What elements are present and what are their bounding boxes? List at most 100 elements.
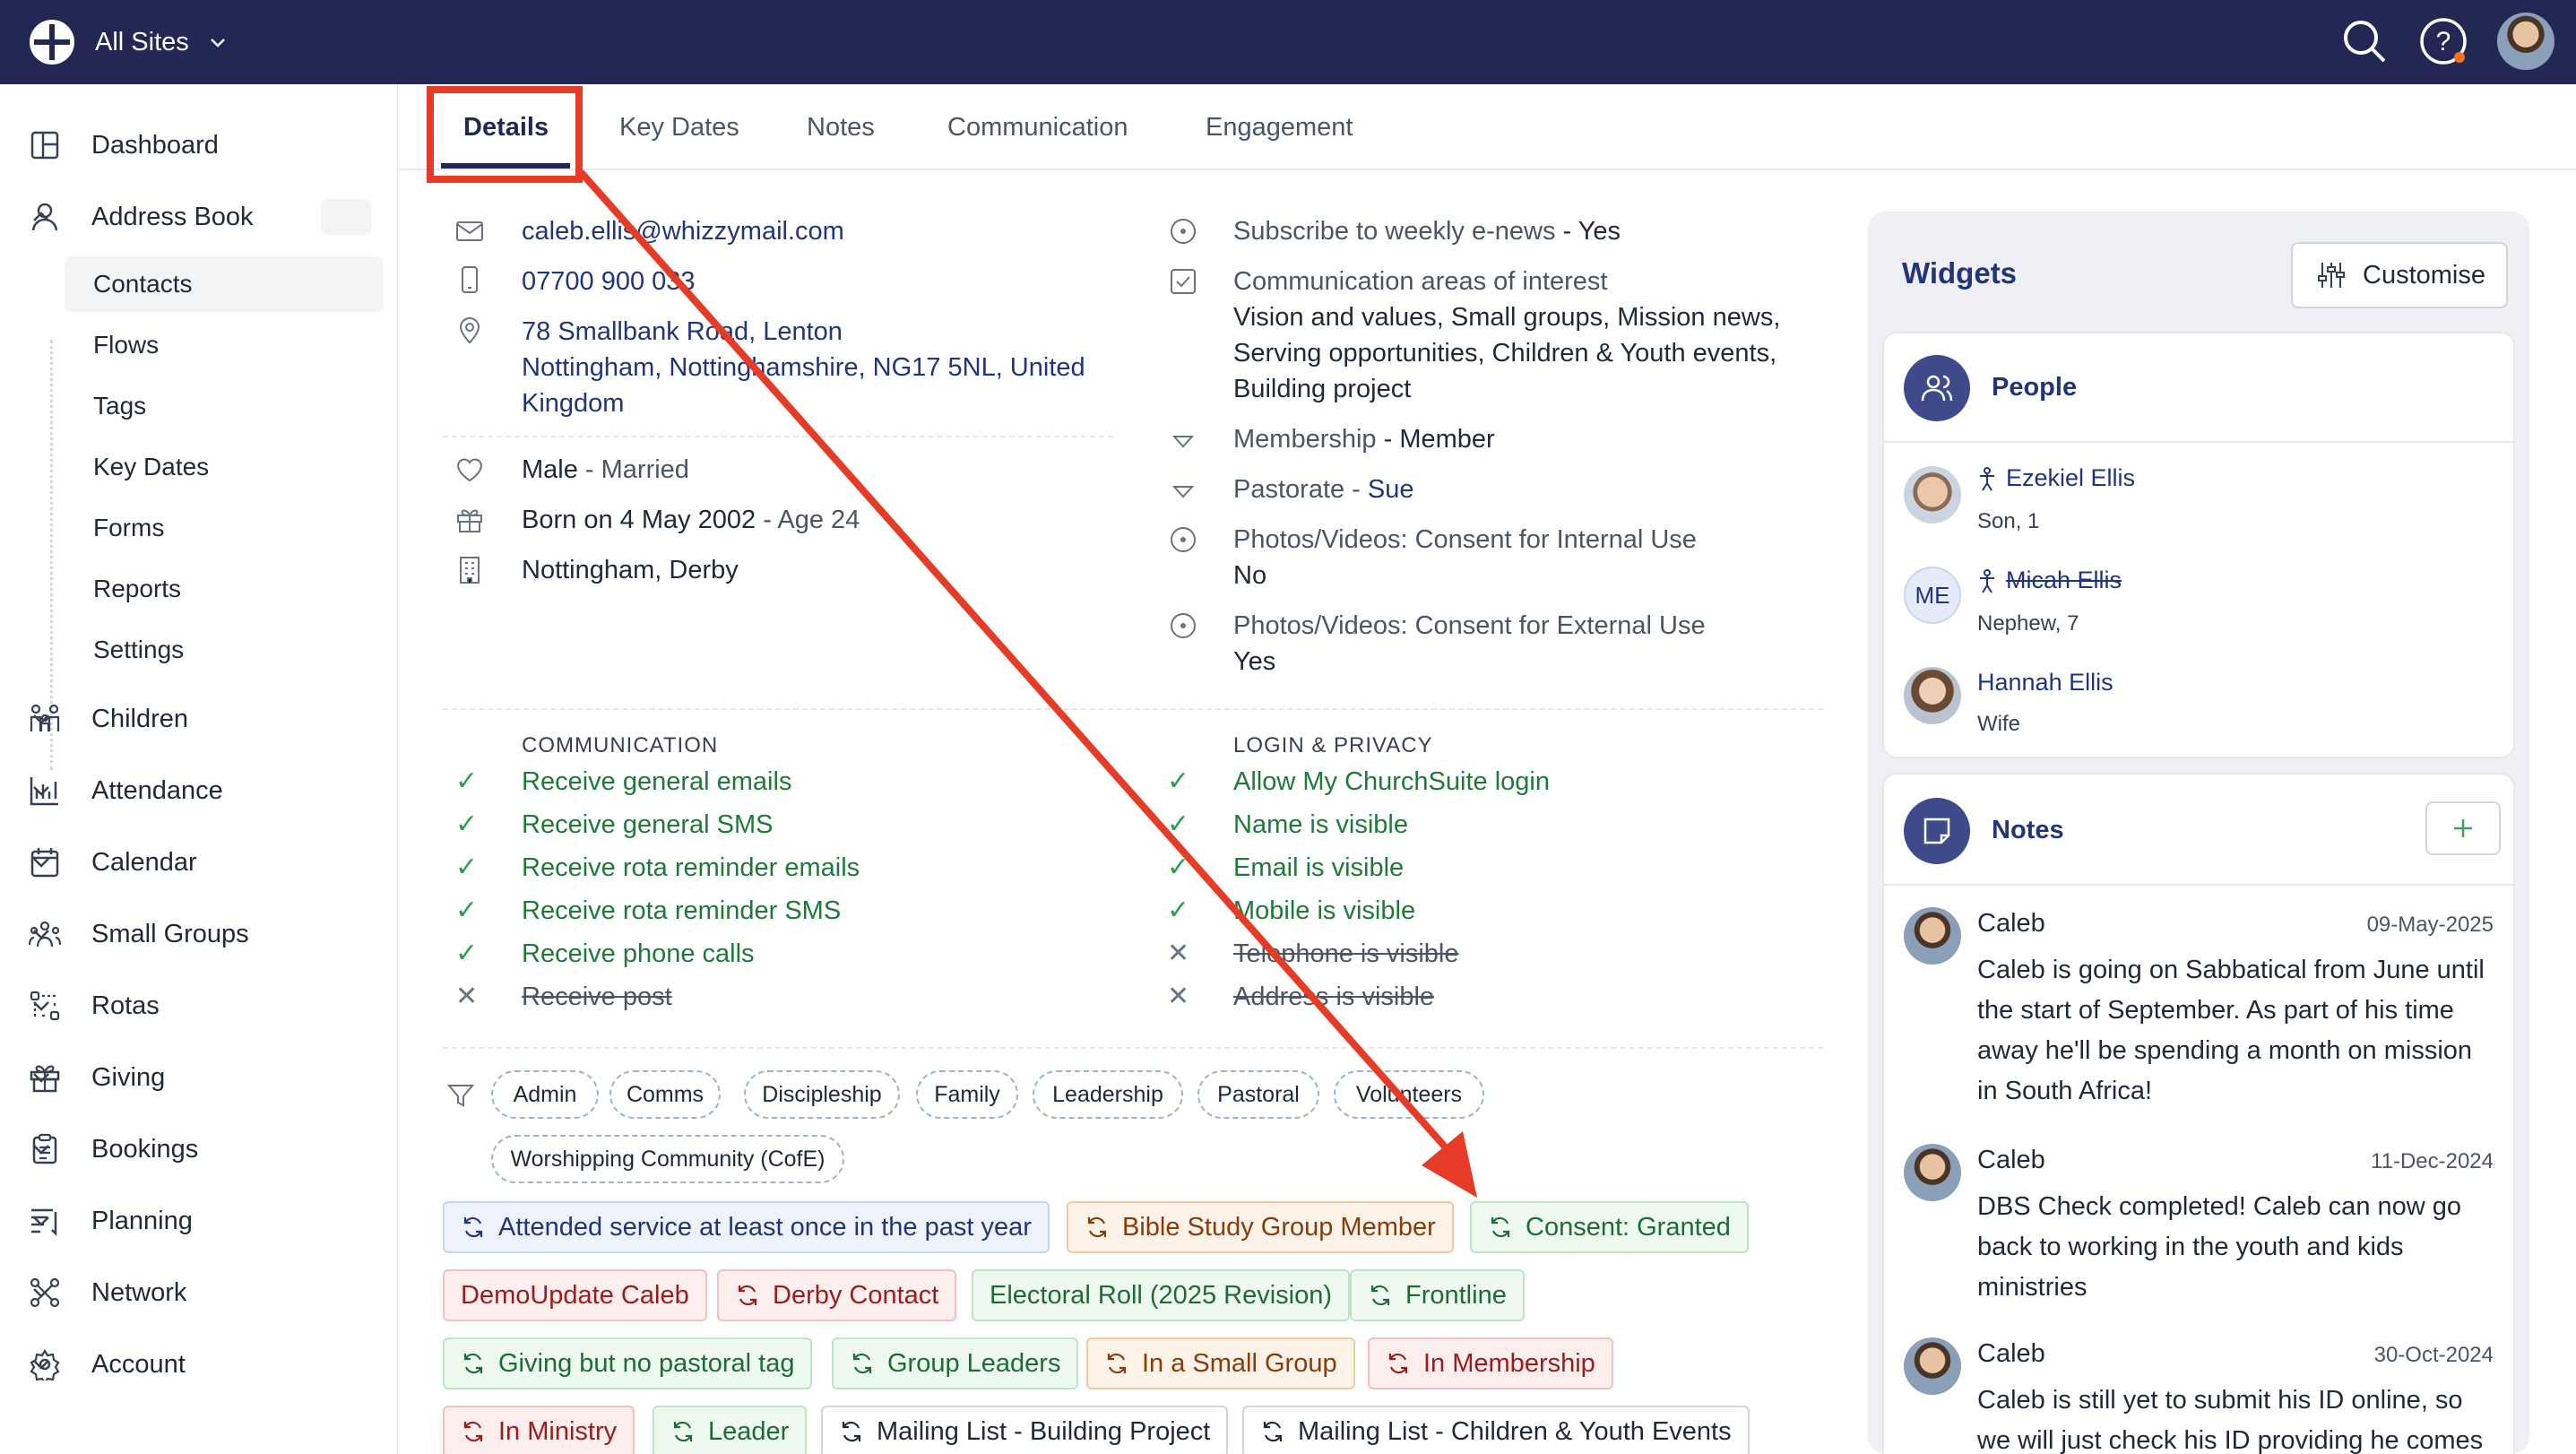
email-link[interactable]: caleb.ellis@whizzymail.com: [522, 217, 844, 246]
comm-areas-label: Communication areas of interest: [1233, 267, 1608, 296]
radio-circle-icon: [1171, 613, 1196, 638]
flow-chip[interactable]: Frontline: [1350, 1269, 1525, 1321]
sidebar-item-dashboard[interactable]: Dashboard: [0, 118, 398, 172]
note-text-line: ministries: [1977, 1273, 2088, 1302]
sidebar-item-planning[interactable]: Planning: [0, 1194, 398, 1248]
flow-chip[interactable]: Attended service at least once in the pa…: [443, 1201, 1050, 1253]
check-icon: ✓: [1167, 766, 1190, 796]
sidebar-item-bookings[interactable]: Bookings: [0, 1122, 398, 1176]
sidebar-item-address-book[interactable]: Address Book: [0, 190, 398, 244]
sidebar-subitem-label: Reports: [93, 575, 182, 602]
sidebar-subitem-key-dates[interactable]: Key Dates: [65, 439, 384, 495]
person-relation: Son, 1: [1977, 509, 2040, 533]
sidebar-item-children[interactable]: Children: [0, 692, 398, 746]
person-link[interactable]: Ezekiel Ellis: [1977, 464, 2135, 492]
site-switcher[interactable]: All Sites: [27, 17, 229, 67]
tab-engagement[interactable]: Engagement: [1206, 113, 1353, 143]
tab-communication[interactable]: Communication: [947, 113, 1128, 143]
flow-chip[interactable]: In a Small Group: [1086, 1337, 1355, 1389]
sidebar-item-giving[interactable]: Giving: [0, 1051, 398, 1104]
flow-chip[interactable]: DemoUpdate Caleb: [443, 1269, 707, 1321]
sliders-icon: [2318, 263, 2345, 288]
sidebar-subitem-label: Contacts: [93, 270, 193, 298]
flow-chip[interactable]: Mailing List - Children & Youth Events: [1242, 1406, 1750, 1454]
note-author: Caleb: [1977, 1146, 2045, 1174]
customise-button[interactable]: Customise: [2291, 242, 2508, 308]
tag-pill[interactable]: Family: [916, 1070, 1018, 1119]
flow-chip[interactable]: Electoral Roll (2025 Revision): [972, 1269, 1350, 1321]
chevron-down-icon: [33, 786, 49, 796]
dropdown-triangle-icon: [1171, 436, 1195, 448]
sidebar-item-label: Giving: [91, 1062, 166, 1092]
flow-chip[interactable]: Group Leaders: [832, 1337, 1079, 1389]
note-text-line: away he'll be spending a month on missio…: [1977, 1036, 2473, 1065]
note-text-line: we will just check his ID providing he c…: [1977, 1426, 2484, 1454]
sidebar-subitem-contacts[interactable]: Contacts: [65, 256, 384, 312]
flow-chip[interactable]: In Ministry: [443, 1406, 635, 1454]
tag-pill[interactable]: Pastoral: [1197, 1070, 1319, 1119]
sync-icon: [1107, 1353, 1127, 1374]
flow-chip[interactable]: Mailing List - Building Project: [821, 1406, 1229, 1454]
sidebar-subitem-flows[interactable]: Flows: [65, 317, 384, 373]
login-item: Email is visible: [1233, 853, 1405, 882]
tab-notes[interactable]: Notes: [807, 113, 875, 143]
flow-chip[interactable]: Bible Study Group Member: [1067, 1201, 1454, 1253]
note-author-avatar: [1904, 907, 1961, 965]
add-note-button[interactable]: [2425, 801, 2501, 855]
help-icon[interactable]: ?: [2418, 16, 2468, 66]
tag-pill[interactable]: Admin: [491, 1070, 599, 1119]
sidebar-item-network[interactable]: Network: [0, 1266, 398, 1320]
search-icon[interactable]: [2339, 16, 2390, 66]
tag-pill[interactable]: Leadership: [1033, 1070, 1183, 1119]
person-avatar[interactable]: [1904, 466, 1961, 524]
tag-pill[interactable]: Comms: [609, 1070, 721, 1119]
cross-icon: ✕: [1167, 939, 1190, 968]
sidebar-subitem-forms[interactable]: Forms: [65, 500, 384, 556]
chevron-up-icon: [33, 212, 49, 221]
tag-pill[interactable]: Discipleship: [744, 1070, 900, 1119]
tag-pill[interactable]: Volunteers: [1334, 1070, 1484, 1119]
flow-chip-label: Mailing List - Children & Youth Events: [1298, 1416, 1732, 1446]
sidebar: Dashboard Address Book Contacts Flows Ta…: [0, 84, 398, 1454]
pastorate-link[interactable]: Sue: [1368, 475, 1414, 504]
note-text-line: in South Africa!: [1977, 1077, 2153, 1105]
flow-chip[interactable]: Leader: [653, 1406, 808, 1454]
sidebar-subitem-settings[interactable]: Settings: [65, 622, 384, 678]
sidebar-subitem-label: Forms: [93, 514, 165, 541]
flow-chip[interactable]: Consent: Granted: [1470, 1201, 1749, 1253]
person-avatar[interactable]: [1904, 667, 1961, 724]
person-initials-avatar[interactable]: ME: [1904, 567, 1961, 624]
sync-icon: [1087, 1216, 1107, 1238]
person-relation: Nephew, 7: [1977, 611, 2079, 636]
email-icon: [456, 221, 483, 241]
user-avatar[interactable]: [2497, 13, 2554, 70]
cross-icon: ✕: [455, 982, 479, 1011]
login-item: Telephone is visible: [1233, 939, 1459, 968]
widgets-title: Widgets: [1902, 256, 2018, 290]
tag-pill[interactable]: Worshipping Community (CofE): [491, 1135, 844, 1183]
widgets-panel: Widgets Customise People Ezekiel Ellis S…: [1868, 212, 2529, 1454]
sidebar-item-attendance[interactable]: Attendance: [0, 764, 398, 818]
sidebar-item-account[interactable]: Account: [0, 1337, 398, 1391]
tab-key-dates[interactable]: Key Dates: [619, 113, 739, 143]
sync-icon: [842, 1421, 861, 1442]
chevron-down-icon: [33, 1216, 49, 1226]
person-name[interactable]: Hannah Ellis: [1977, 669, 2114, 697]
sidebar-item-rotas[interactable]: Rotas: [0, 979, 398, 1033]
flow-chip[interactable]: In Membership: [1368, 1337, 1613, 1389]
person-link[interactable]: Micah Ellis: [1977, 567, 2122, 594]
sidebar-subitem-tags[interactable]: Tags: [65, 378, 384, 434]
chevron-down-icon: [33, 714, 49, 724]
phone-link[interactable]: 07700 900 033: [522, 267, 696, 296]
sidebar-item-calendar[interactable]: Calendar: [0, 835, 398, 889]
sidebar-subitem-reports[interactable]: Reports: [65, 561, 384, 617]
tab-bar: Details Key Dates Notes Communication En…: [399, 84, 2576, 170]
flow-chip[interactable]: Giving but no pastoral tag: [443, 1337, 813, 1389]
address-link[interactable]: 78 Smallbank Road, Lenton Nottingham, No…: [522, 314, 1085, 421]
login-item: Name is visible: [1233, 810, 1408, 839]
sidebar-item-small-groups[interactable]: Small Groups: [0, 907, 398, 961]
sidebar-item-label: Attendance: [91, 775, 223, 805]
flow-chip[interactable]: Derby Contact: [717, 1269, 957, 1321]
note-icon: [1923, 818, 1950, 844]
note-text-line: DBS Check completed! Caleb can now go: [1977, 1192, 2462, 1221]
